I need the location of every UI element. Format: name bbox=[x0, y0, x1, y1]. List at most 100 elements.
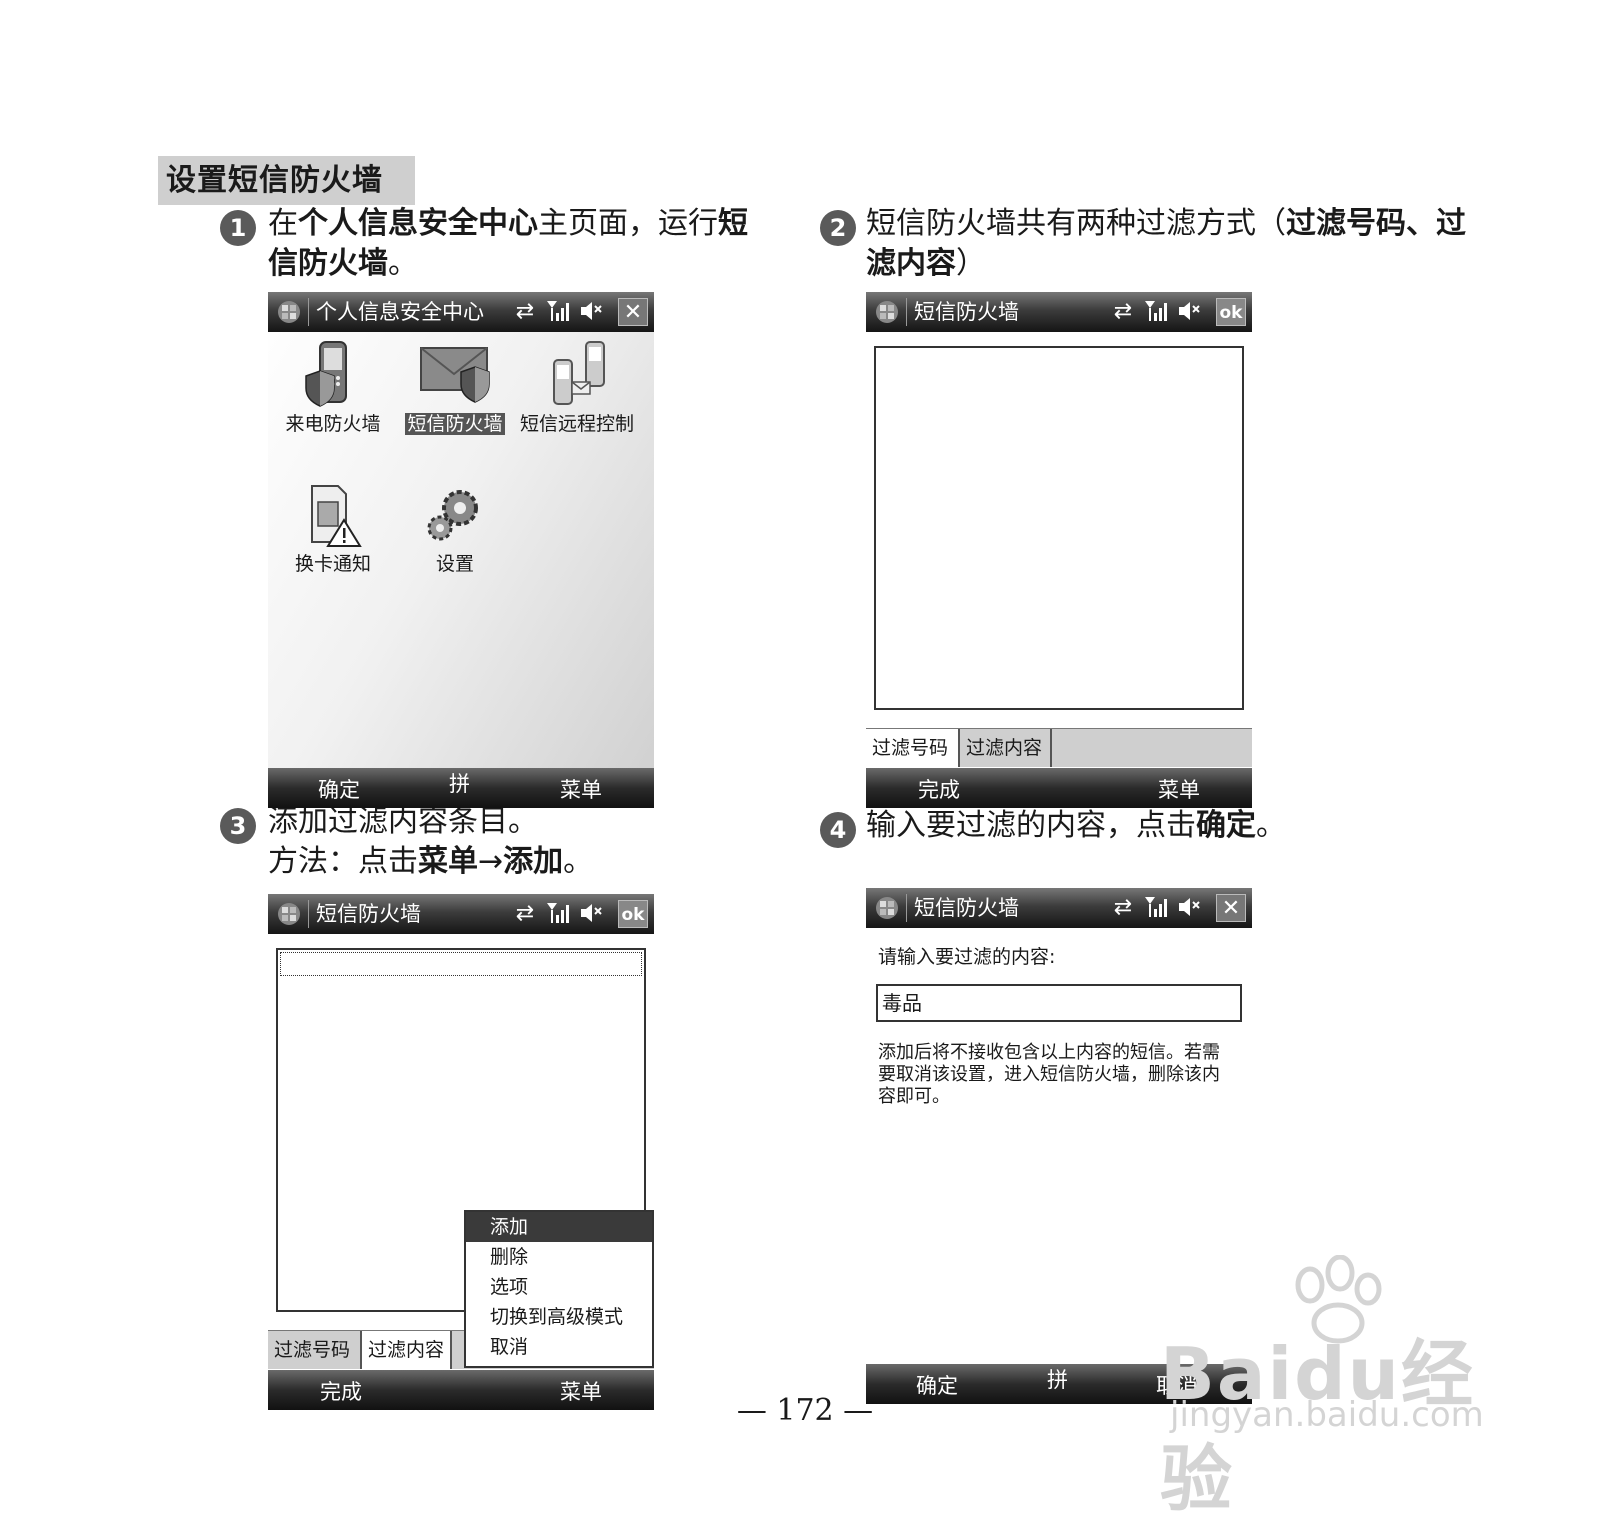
screen-title: 短信防火墙 bbox=[914, 300, 1019, 324]
windows-start-icon[interactable] bbox=[276, 300, 302, 324]
screen-sms-firewall-menu: 短信防火墙 ⇄ ok 过滤号码 过滤内容 添加 删除 选项 切换到高级模式 取消… bbox=[268, 894, 654, 1410]
screen-sms-firewall-empty: 短信防火墙 ⇄ ok 过滤号码 过滤内容 完成 菜单 bbox=[866, 292, 1252, 808]
gears-icon bbox=[427, 490, 478, 541]
step-3-line2: 方法：点击菜单→添加。 bbox=[268, 842, 768, 882]
filter-content-input[interactable]: 毒品 bbox=[876, 984, 1242, 1022]
screen-title: 短信防火墙 bbox=[914, 896, 1019, 920]
step-3-text: 添加过滤内容条目。 方法：点击菜单→添加。 bbox=[268, 802, 768, 882]
title-separator bbox=[308, 900, 309, 928]
envelope-shield-icon bbox=[420, 347, 490, 403]
menu-item-delete[interactable]: 删除 bbox=[466, 1242, 652, 1272]
signal-icon[interactable] bbox=[544, 298, 570, 326]
title-bar: 短信防火墙 ⇄ ✕ bbox=[866, 888, 1252, 928]
connectivity-icon[interactable]: ⇄ bbox=[512, 900, 538, 928]
remote-control-icon bbox=[553, 341, 605, 405]
connectivity-icon[interactable]: ⇄ bbox=[1110, 298, 1136, 326]
signal-icon[interactable] bbox=[1142, 894, 1168, 922]
windows-start-icon[interactable] bbox=[874, 300, 900, 324]
tab-strip: 过滤号码 过滤内容 bbox=[866, 728, 1252, 767]
signal-icon[interactable] bbox=[1142, 298, 1168, 326]
title-bar: 个人信息安全中心 ⇄ ✕ bbox=[268, 292, 654, 332]
volume-mute-icon[interactable] bbox=[578, 298, 604, 326]
sim-warning-icon bbox=[311, 485, 362, 547]
menu-item-add[interactable]: 添加 bbox=[466, 1212, 652, 1242]
windows-start-icon[interactable] bbox=[276, 902, 302, 926]
watermark-url: jingyan.baidu.com bbox=[1170, 1395, 1484, 1435]
text-run: 主页面，运行 bbox=[538, 206, 718, 241]
ok-button[interactable]: ok bbox=[618, 900, 648, 928]
softkey-done[interactable]: 完成 bbox=[918, 768, 960, 808]
signal-icon[interactable] bbox=[544, 900, 570, 928]
app-label: 设置 bbox=[435, 553, 474, 575]
tab-filter-number[interactable]: 过滤号码 bbox=[866, 729, 958, 767]
volume-mute-icon[interactable] bbox=[1176, 298, 1202, 326]
softkey-menu[interactable]: 菜单 bbox=[560, 1370, 602, 1410]
section-title: 设置短信防火墙 bbox=[158, 156, 415, 205]
step-number-1: 1 bbox=[220, 210, 256, 246]
softkey-menu[interactable]: 菜单 bbox=[1158, 768, 1200, 808]
menu-item-options[interactable]: 选项 bbox=[466, 1272, 652, 1302]
softkey-menu[interactable]: 菜单 bbox=[560, 768, 602, 808]
bold-term: 菜单 bbox=[418, 844, 478, 879]
step-number-3: 3 bbox=[220, 808, 256, 844]
page-number: — 172 — bbox=[736, 1393, 874, 1428]
softkey-confirm[interactable]: 确定 bbox=[318, 768, 360, 808]
title-bar: 短信防火墙 ⇄ ok bbox=[866, 292, 1252, 332]
title-separator bbox=[906, 894, 907, 922]
input-prompt: 请输入要过滤的内容: bbox=[878, 946, 1056, 968]
note-text: 添加后将不接收包含以上内容的短信。若需要取消该设置，进入短信防火墙，删除该内容即… bbox=[878, 1042, 1220, 1107]
text-run: 在 bbox=[268, 206, 298, 241]
tab-filter-content[interactable]: 过滤内容 bbox=[362, 1331, 452, 1369]
text-run: 方法：点击 bbox=[268, 844, 418, 879]
input-method-button[interactable]: 拼 bbox=[449, 762, 470, 806]
tab-filter-number[interactable]: 过滤号码 bbox=[268, 1331, 362, 1369]
app-label: 来电防火墙 bbox=[285, 413, 381, 435]
windows-start-icon[interactable] bbox=[874, 896, 900, 920]
app-sms-firewall[interactable]: 短信防火墙 bbox=[395, 338, 515, 435]
ok-button[interactable]: ok bbox=[1216, 298, 1246, 326]
volume-mute-icon[interactable] bbox=[578, 900, 604, 928]
title-bar: 短信防火墙 ⇄ ok bbox=[268, 894, 654, 934]
step-3-line1: 添加过滤内容条目。 bbox=[268, 804, 538, 839]
screen-title: 个人信息安全中心 bbox=[316, 300, 484, 324]
menu-item-advanced-mode[interactable]: 切换到高级模式 bbox=[466, 1302, 652, 1332]
text-run: → bbox=[478, 844, 504, 879]
bold-term: 个人信息安全中心 bbox=[298, 206, 538, 241]
app-call-firewall[interactable]: 来电防火墙 bbox=[273, 338, 393, 435]
app-sim-change-notice[interactable]: 换卡通知 bbox=[273, 482, 393, 575]
softkey-done[interactable]: 完成 bbox=[320, 1370, 362, 1410]
app-label-selected: 短信防火墙 bbox=[405, 413, 505, 435]
close-icon[interactable]: ✕ bbox=[618, 298, 648, 326]
step-2-text: 短信防火墙共有两种过滤方式（过滤号码、过滤内容） bbox=[866, 204, 1466, 284]
app-sms-remote-control[interactable]: 短信远程控制 bbox=[517, 338, 637, 435]
baidu-watermark: Baidu经验 jingyan.baidu.com bbox=[1150, 1255, 1540, 1521]
text-run: 。 bbox=[563, 844, 594, 879]
connectivity-icon[interactable]: ⇄ bbox=[512, 298, 538, 326]
screen-security-center: 个人信息安全中心 ⇄ ✕ 来电防火墙 短信防火墙 短信远程控制 换卡通知 设置 … bbox=[268, 292, 654, 808]
app-label: 短信远程控制 bbox=[519, 413, 634, 435]
step-number-2: 2 bbox=[820, 210, 856, 246]
context-menu: 添加 删除 选项 切换到高级模式 取消 bbox=[464, 1210, 654, 1368]
title-separator bbox=[906, 298, 907, 326]
softkey-confirm[interactable]: 确定 bbox=[916, 1364, 958, 1404]
screen-title: 短信防火墙 bbox=[316, 902, 421, 926]
filter-list[interactable] bbox=[874, 346, 1244, 710]
connectivity-icon[interactable]: ⇄ bbox=[1110, 894, 1136, 922]
input-method-button[interactable]: 拼 bbox=[1047, 1358, 1068, 1402]
text-run: 。 bbox=[1256, 808, 1286, 843]
close-icon[interactable]: ✕ bbox=[1216, 894, 1246, 922]
tab-filter-content[interactable]: 过滤内容 bbox=[958, 729, 1052, 767]
bold-term: 添加 bbox=[503, 844, 564, 879]
soft-key-bar: 完成 菜单 bbox=[268, 1370, 654, 1410]
soft-key-bar: 确定 拼 菜单 bbox=[268, 768, 654, 808]
bold-term: 确定 bbox=[1196, 808, 1256, 843]
menu-item-cancel[interactable]: 取消 bbox=[466, 1332, 652, 1362]
phone-shield-icon bbox=[305, 341, 347, 407]
app-label: 换卡通知 bbox=[294, 553, 371, 575]
soft-key-bar: 完成 菜单 bbox=[866, 768, 1252, 808]
volume-mute-icon[interactable] bbox=[1176, 894, 1202, 922]
step-number-4: 4 bbox=[820, 812, 856, 848]
text-run: 。 bbox=[388, 246, 418, 281]
app-settings[interactable]: 设置 bbox=[395, 482, 515, 575]
list-focus-row[interactable] bbox=[280, 952, 642, 976]
